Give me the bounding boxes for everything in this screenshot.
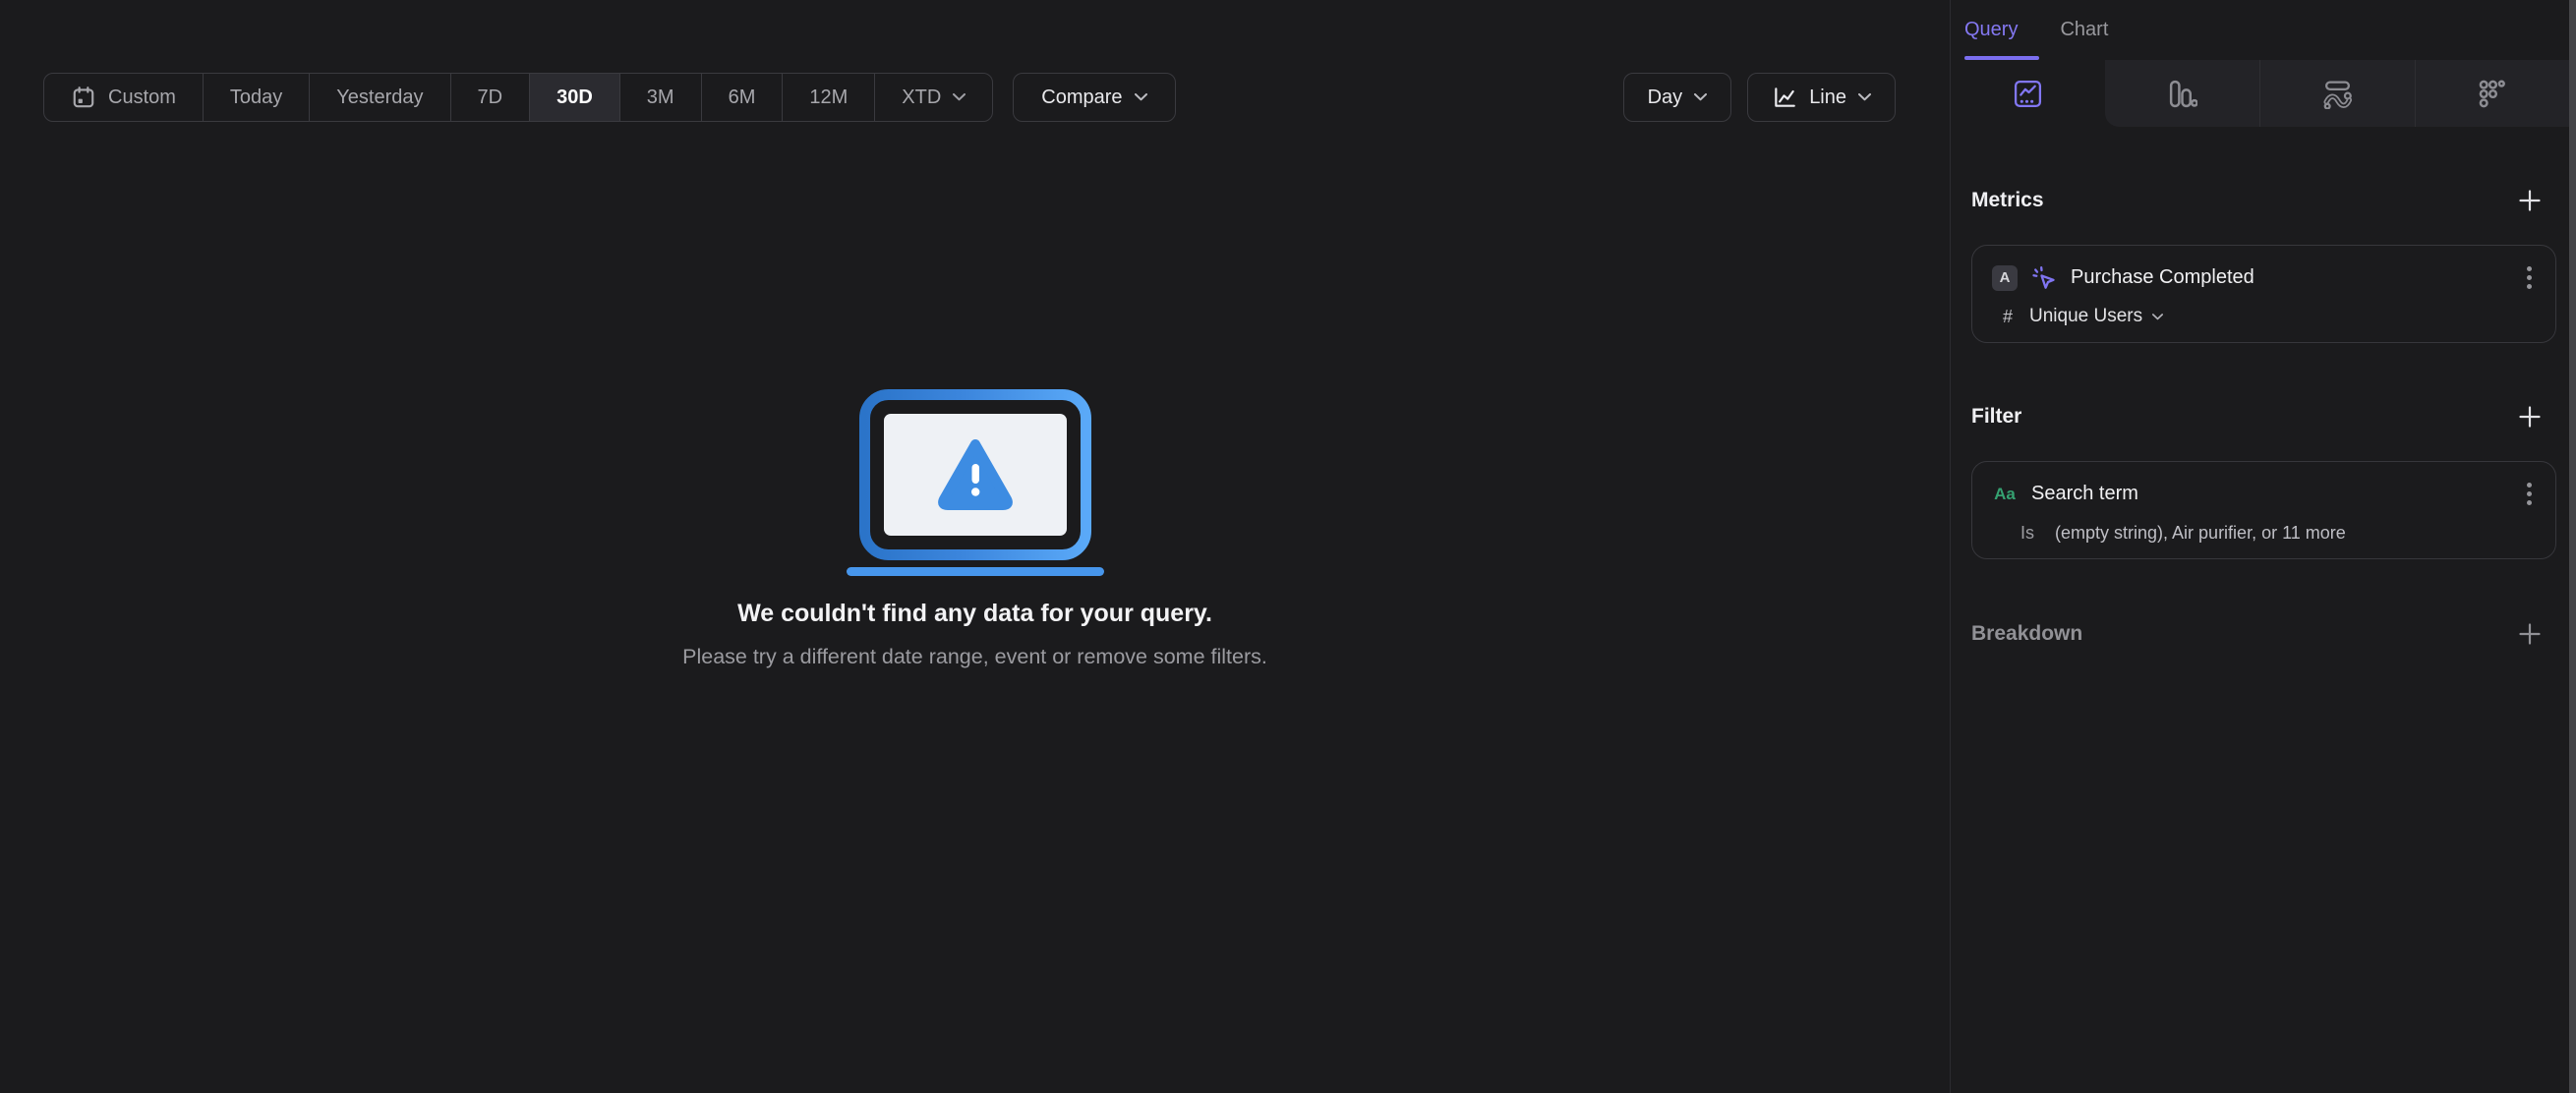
tab-funnels-barchart[interactable]: [2105, 60, 2259, 127]
tab-insights-linechart[interactable]: [1951, 60, 2105, 127]
laptop-warning-illustration: [846, 389, 1104, 576]
filter-operator[interactable]: Is: [2020, 523, 2034, 544]
sidebar-tabs: Query Chart: [1951, 0, 2576, 60]
date-range-xtd[interactable]: XTD: [875, 74, 992, 121]
query-builder-panel: Metrics A Purchase Completed # Unique Us…: [1951, 188, 2576, 647]
empty-state-subtitle: Please try a different date range, event…: [682, 645, 1267, 668]
add-filter-button[interactable]: [2517, 404, 2543, 430]
metric-event-name[interactable]: Purchase Completed: [2071, 266, 2507, 289]
metric-aggregation-row: # Unique Users: [1992, 306, 2538, 327]
chart-display-controls: Day Line: [1622, 73, 1896, 122]
date-range-7d[interactable]: 7D: [451, 74, 531, 121]
filter-values-summary[interactable]: (empty string), Air purifier, or 11 more: [2055, 523, 2346, 544]
filter-options-kebab-icon[interactable]: [2521, 479, 2538, 509]
metric-letter-badge: A: [1992, 264, 2018, 291]
query-builder-sidebar: Query Chart Metrics A Purchase Completed…: [1950, 0, 2576, 1093]
empty-state-title: We couldn't find any data for your query…: [737, 600, 1212, 627]
chevron-down-icon: [1858, 93, 1871, 101]
chevron-down-icon: [1134, 93, 1147, 101]
active-tab-underline: [1964, 56, 2039, 60]
metric-card[interactable]: A Purchase Completed # Unique Users: [1971, 245, 2556, 343]
filter-heading: Filter: [1971, 405, 2022, 428]
chart-type-dropdown[interactable]: Line: [1747, 73, 1896, 122]
tab-chart[interactable]: Chart: [2060, 19, 2108, 41]
flows-icon: [2323, 80, 2353, 109]
sidebar-scrollbar[interactable]: [2569, 0, 2576, 1093]
calendar-icon: [73, 86, 94, 108]
line-chart-icon: [1775, 87, 1796, 107]
metric-event-row: A Purchase Completed: [1992, 262, 2538, 293]
string-property-type-icon: Aa: [1994, 484, 2016, 503]
breakdown-section-header: Breakdown: [1971, 621, 2556, 647]
metric-options-kebab-icon[interactable]: [2521, 262, 2538, 293]
add-metric-button[interactable]: [2517, 188, 2543, 213]
tab-flows[interactable]: [2259, 60, 2415, 127]
no-data-empty-state: We couldn't find any data for your query…: [0, 389, 1950, 669]
chevron-down-icon: [2152, 313, 2164, 319]
add-breakdown-button[interactable]: [2517, 621, 2543, 647]
analytics-app: Custom Today Yesterday 7D 30D 3M 6M 12M …: [0, 0, 2576, 1093]
date-range-segmented-control: Custom Today Yesterday 7D 30D 3M 6M 12M …: [43, 73, 994, 122]
metrics-heading: Metrics: [1971, 189, 2044, 211]
aggregation-dropdown[interactable]: Unique Users: [2029, 306, 2164, 327]
funnel-bars-icon: [2169, 80, 2197, 107]
event-click-icon: [2032, 265, 2055, 289]
chart-toolbar: Custom Today Yesterday 7D 30D 3M 6M 12M …: [43, 73, 1896, 122]
granularity-dropdown[interactable]: Day: [1622, 73, 1732, 122]
date-range-30d-selected[interactable]: 30D: [530, 74, 620, 121]
metrics-section-header: Metrics: [1971, 188, 2556, 213]
hash-icon: #: [2002, 306, 2013, 326]
date-range-label: Custom: [108, 86, 176, 108]
date-range-yesterday[interactable]: Yesterday: [310, 74, 451, 121]
date-range-6m[interactable]: 6M: [702, 74, 784, 121]
tab-retention[interactable]: [2415, 60, 2570, 127]
date-range-3m[interactable]: 3M: [620, 74, 702, 121]
tab-query[interactable]: Query: [1964, 19, 2018, 41]
chevron-down-icon: [1694, 93, 1708, 101]
date-range-12m[interactable]: 12M: [783, 74, 876, 121]
retention-dots-icon: [2479, 80, 2505, 107]
chart-kind-tabs: [1951, 60, 2570, 127]
insights-chart-icon: [2014, 80, 2042, 107]
filter-property-name[interactable]: Search term: [2031, 483, 2507, 505]
chevron-down-icon: [953, 93, 966, 101]
main-chart-area: Custom Today Yesterday 7D 30D 3M 6M 12M …: [0, 0, 1950, 1093]
compare-button[interactable]: Compare: [1013, 73, 1176, 122]
filter-section-header: Filter: [1971, 404, 2556, 430]
filter-condition-row: Is (empty string), Air purifier, or 11 m…: [1992, 523, 2538, 544]
date-range-custom[interactable]: Custom: [44, 74, 204, 121]
date-range-today[interactable]: Today: [204, 74, 311, 121]
filter-property-row: Aa Search term: [1992, 479, 2538, 509]
breakdown-heading: Breakdown: [1971, 622, 2083, 645]
filter-card[interactable]: Aa Search term Is (empty string), Air pu…: [1971, 461, 2556, 559]
